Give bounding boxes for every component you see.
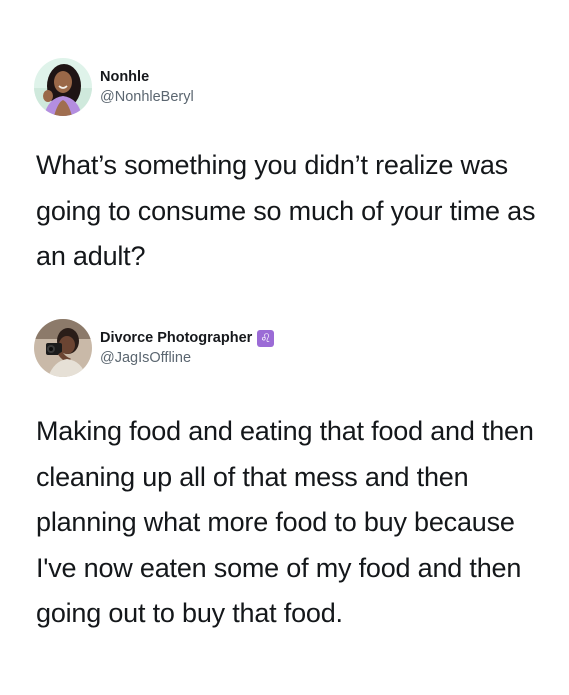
tweet-text: Making food and eating that food and the…: [36, 416, 534, 628]
leo-zodiac-icon: ♌: [257, 329, 275, 347]
user-names: Nonhle @NonhleBeryl: [100, 68, 194, 107]
avatar-divorce-photographer[interactable]: [34, 319, 92, 377]
tweet-header: Divorce Photographer ♌ @JagIsOffline: [34, 318, 275, 378]
tweet-text: What’s something you didn’t realize was …: [36, 150, 536, 271]
display-name-text[interactable]: Divorce Photographer: [100, 329, 252, 348]
user-names: Divorce Photographer ♌ @JagIsOffline: [100, 329, 275, 368]
display-name-text[interactable]: Nonhle: [100, 68, 149, 87]
avatar-image: [34, 319, 92, 377]
user-handle[interactable]: @NonhleBeryl: [100, 88, 194, 107]
avatar-image: [34, 58, 92, 116]
user-handle[interactable]: @JagIsOffline: [100, 349, 274, 368]
avatar-nonhle[interactable]: [34, 58, 92, 116]
tweet-header: Nonhle @NonhleBeryl: [34, 57, 194, 117]
display-name[interactable]: Nonhle: [100, 68, 194, 87]
display-name[interactable]: Divorce Photographer ♌: [100, 329, 275, 348]
